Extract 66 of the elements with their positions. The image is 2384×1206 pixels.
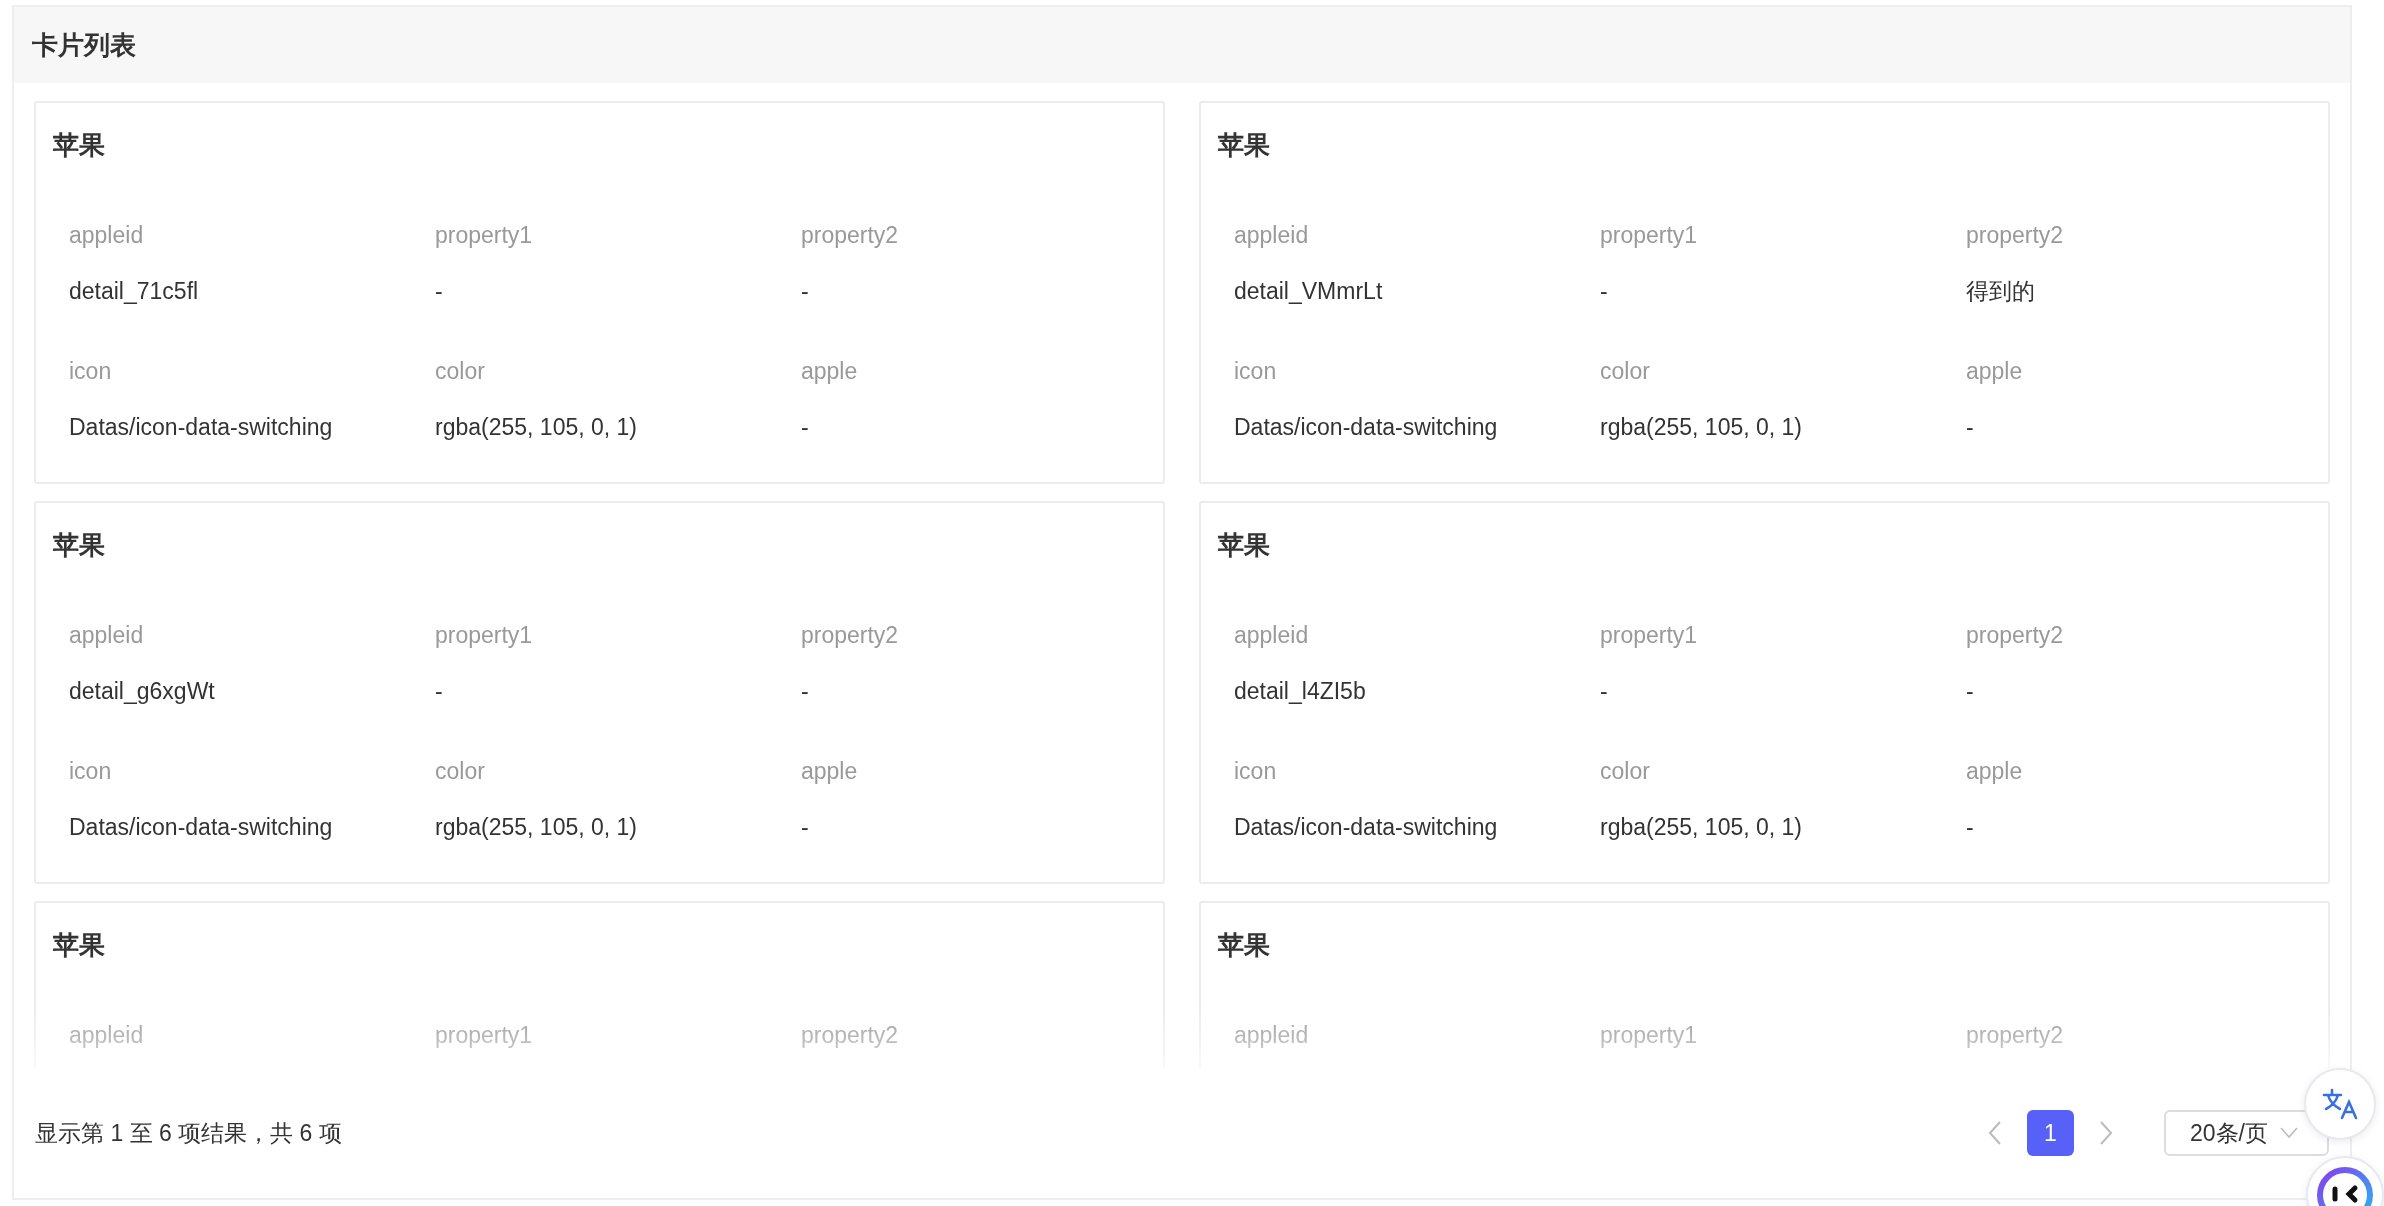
field-value: - bbox=[435, 677, 443, 706]
field-label: property2 bbox=[1966, 1021, 2064, 1050]
field-label: apple bbox=[801, 757, 858, 786]
card-title: 苹果 bbox=[53, 529, 105, 562]
field-label: icon bbox=[1234, 757, 1277, 786]
page-button[interactable]: 1 bbox=[2027, 1110, 2074, 1157]
field-label: appleid bbox=[69, 221, 144, 250]
field-label: apple bbox=[1966, 357, 2023, 386]
field-value: - bbox=[801, 813, 809, 842]
field-value: detail_g6xgWt bbox=[69, 677, 215, 706]
field-value: - bbox=[1966, 677, 1974, 706]
field-value: rgba(255, 105, 0, 1) bbox=[435, 413, 638, 442]
field-label: appleid bbox=[1234, 221, 1309, 250]
field-label: property1 bbox=[1600, 221, 1698, 250]
field-label: property1 bbox=[1600, 1021, 1698, 1050]
field-value: detail_l4ZI5b bbox=[1234, 677, 1366, 706]
field-label: apple bbox=[1966, 757, 2023, 786]
field-label: appleid bbox=[69, 621, 144, 650]
field-label: property1 bbox=[435, 1021, 533, 1050]
field-label: property2 bbox=[801, 221, 899, 250]
field-label: icon bbox=[69, 757, 112, 786]
field-label: appleid bbox=[1234, 1021, 1309, 1050]
field-value: Datas/icon-data-switching bbox=[69, 413, 333, 442]
field-label: appleid bbox=[69, 1021, 144, 1050]
field-value: - bbox=[1600, 677, 1608, 706]
field-value: - bbox=[1966, 813, 1974, 842]
field-value: Datas/icon-data-switching bbox=[1234, 413, 1498, 442]
card-title: 苹果 bbox=[53, 929, 105, 962]
field-label: property2 bbox=[801, 621, 899, 650]
field-value: rgba(255, 105, 0, 1) bbox=[435, 813, 638, 842]
result-summary: 显示第 1 至 6 项结果，共 6 项 bbox=[35, 1118, 343, 1148]
page-size-select[interactable]: 20条/页 bbox=[2164, 1110, 2329, 1157]
field-label: property1 bbox=[1600, 621, 1698, 650]
field-value: detail_71c5fl bbox=[69, 277, 199, 306]
card-title: 苹果 bbox=[53, 129, 105, 162]
card-title: 苹果 bbox=[1218, 929, 1270, 962]
field-label: color bbox=[435, 357, 485, 386]
field-label: apple bbox=[801, 357, 858, 386]
field-value: - bbox=[435, 277, 443, 306]
field-label: icon bbox=[69, 357, 112, 386]
field-value: Datas/icon-data-switching bbox=[1234, 813, 1498, 842]
field-label: icon bbox=[1234, 357, 1277, 386]
field-value: rgba(255, 105, 0, 1) bbox=[1600, 813, 1803, 842]
field-value: - bbox=[1966, 413, 1974, 442]
field-value: - bbox=[801, 677, 809, 706]
translate-icon bbox=[2322, 1088, 2358, 1120]
card-title: 苹果 bbox=[1218, 529, 1270, 562]
field-label: property2 bbox=[1966, 221, 2064, 250]
caret-icon bbox=[2280, 1127, 2298, 1140]
field-value: rgba(255, 105, 0, 1) bbox=[1600, 413, 1803, 442]
field-label: property2 bbox=[801, 1021, 899, 1050]
field-label: color bbox=[1600, 757, 1650, 786]
field-label: color bbox=[435, 757, 485, 786]
field-value: - bbox=[801, 277, 809, 306]
panel-title: 卡片列表 bbox=[32, 28, 136, 62]
field-label: color bbox=[1600, 357, 1650, 386]
field-label: property2 bbox=[1966, 621, 2064, 650]
field-value: Datas/icon-data-switching bbox=[69, 813, 333, 842]
field-label: appleid bbox=[1234, 621, 1309, 650]
field-label: property1 bbox=[435, 621, 533, 650]
field-value: - bbox=[1600, 277, 1608, 306]
field-value: detail_VMmrLt bbox=[1234, 277, 1383, 306]
field-value: 得到的 bbox=[1966, 277, 2035, 306]
field-value: - bbox=[801, 413, 809, 442]
field-label: property1 bbox=[435, 221, 533, 250]
card-title: 苹果 bbox=[1218, 129, 1270, 162]
